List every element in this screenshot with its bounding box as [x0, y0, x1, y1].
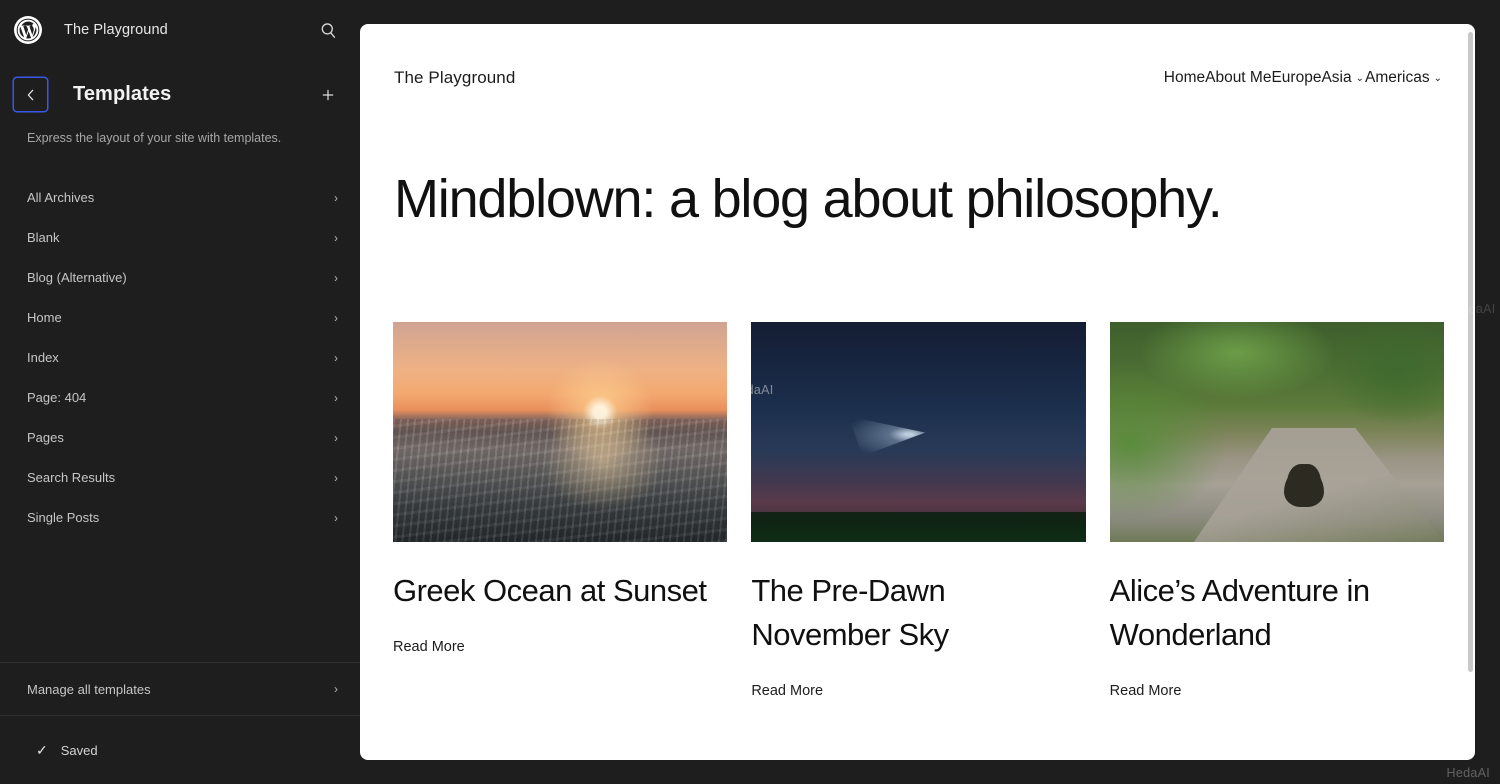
post-featured-image[interactable] — [1109, 322, 1444, 543]
ocean-sunset-photo — [393, 322, 728, 543]
post-card[interactable]: Greek Ocean at Sunset Read More — [393, 322, 728, 699]
nav-label: About Me — [1205, 69, 1272, 86]
chevron-right-icon: › — [334, 470, 338, 485]
chevron-right-icon: › — [334, 190, 338, 205]
chevron-right-icon: › — [334, 510, 338, 525]
sidebar-item-pages[interactable]: Pages › — [0, 418, 360, 458]
status-badge: Saved — [60, 742, 98, 758]
chevron-right-icon: › — [334, 430, 338, 445]
panel-description: Express the layout of your site with tem… — [27, 131, 282, 145]
templates-list: All Archives › Blank › Blog (Alternative… — [0, 178, 360, 538]
nav-label: Americas — [1365, 69, 1430, 86]
list-item-label: Page: 404 — [27, 390, 87, 406]
list-item-label: Home — [27, 310, 62, 326]
nav-label: Europe — [1271, 69, 1322, 86]
site-editor-sidebar: The Playground Templates Express the lay… — [0, 0, 360, 784]
back-button[interactable] — [14, 78, 47, 111]
sidebar-item-single-posts[interactable]: Single Posts › — [0, 498, 360, 538]
site-branding-title[interactable]: The Playground — [394, 68, 515, 88]
chevron-right-icon: › — [334, 310, 338, 325]
post-grid: Greek Ocean at Sunset Read More The Pre-… — [360, 229, 1475, 699]
save-status-button[interactable]: ✓ Saved — [0, 716, 360, 784]
chevron-right-icon: › — [334, 390, 338, 405]
nav-item-home[interactable]: Home — [1164, 69, 1205, 87]
list-item-label: Index — [27, 350, 59, 366]
sidebar-item-page-404[interactable]: Page: 404 › — [0, 378, 360, 418]
site-navigation: Home About Me Europe Asia ⌄ Americas ⌄ — [1164, 69, 1443, 87]
sidebar-header: The Playground — [0, 0, 360, 60]
hero-section: Mindblown: a blog about philosophy. — [360, 88, 1475, 229]
chevron-right-icon: › — [334, 682, 338, 696]
page-title: Templates — [73, 83, 172, 105]
post-card[interactable]: The Pre-Dawn November Sky Read More — [751, 322, 1086, 699]
plus-icon[interactable] — [312, 79, 344, 111]
post-title[interactable]: Greek Ocean at Sunset — [393, 569, 727, 613]
list-item-label: Pages — [27, 430, 64, 446]
chevron-right-icon: › — [334, 350, 338, 365]
hero-heading: Mindblown: a blog about philosophy. — [394, 169, 1223, 229]
forest-path-rabbit-photo — [1109, 322, 1444, 543]
post-featured-image[interactable] — [751, 322, 1086, 543]
post-title[interactable]: The Pre-Dawn November Sky — [751, 569, 1085, 657]
sidebar-site-name: The Playground — [64, 22, 168, 38]
pre-dawn-sky-photo — [751, 322, 1086, 543]
sidebar-item-search-results[interactable]: Search Results › — [0, 458, 360, 498]
list-item-label: All Archives — [27, 190, 95, 206]
chevron-right-icon: › — [334, 230, 338, 245]
check-icon: ✓ — [36, 741, 48, 758]
nav-item-about-me[interactable]: About Me — [1205, 69, 1271, 87]
list-item-label: Blank — [27, 230, 60, 246]
nav-label: Asia — [1321, 69, 1352, 86]
chevron-right-icon: › — [334, 270, 338, 285]
post-title[interactable]: Alice’s Adventure in Wonderland — [1110, 569, 1444, 657]
manage-all-templates-button[interactable]: Manage all templates › — [0, 663, 360, 715]
nav-item-europe[interactable]: Europe — [1271, 69, 1321, 87]
manage-all-templates-label: Manage all templates — [27, 681, 151, 697]
nav-item-americas[interactable]: Americas ⌄ — [1365, 69, 1443, 87]
post-featured-image[interactable] — [393, 322, 728, 543]
chevron-down-icon[interactable]: ⌄ — [1434, 73, 1442, 84]
sidebar-item-blank[interactable]: Blank › — [0, 218, 360, 258]
watermark: HedaAI — [1446, 766, 1490, 780]
site-preview-canvas[interactable]: The Playground Home About Me Europe Asia… — [360, 24, 1475, 760]
sidebar-item-all-archives[interactable]: All Archives › — [0, 178, 360, 218]
search-icon[interactable] — [312, 14, 344, 46]
chevron-down-icon[interactable]: ⌄ — [1356, 73, 1364, 84]
nav-label: Home — [1163, 69, 1206, 86]
list-item-label: Blog (Alternative) — [27, 270, 127, 286]
wordpress-logo-icon[interactable] — [14, 16, 42, 44]
nav-item-asia[interactable]: Asia ⌄ — [1321, 69, 1365, 87]
canvas-scrollbar[interactable] — [1468, 32, 1473, 672]
site-header: The Playground Home About Me Europe Asia… — [360, 24, 1475, 88]
sidebar-item-home[interactable]: Home › — [0, 298, 360, 338]
editor-window: The Playground Templates Express the lay… — [0, 0, 1500, 784]
list-item-label: Single Posts — [27, 510, 100, 526]
post-card[interactable]: Alice’s Adventure in Wonderland Read Mor… — [1109, 322, 1444, 699]
templates-panel-header: Templates — [0, 60, 360, 115]
sidebar-item-blog-alternative[interactable]: Blog (Alternative) › — [0, 258, 360, 298]
read-more-link[interactable]: Read More — [393, 639, 727, 655]
sidebar-item-index[interactable]: Index › — [0, 338, 360, 378]
read-more-link[interactable]: Read More — [751, 683, 1085, 699]
list-item-label: Search Results — [27, 470, 116, 486]
read-more-link[interactable]: Read More — [1110, 683, 1444, 699]
